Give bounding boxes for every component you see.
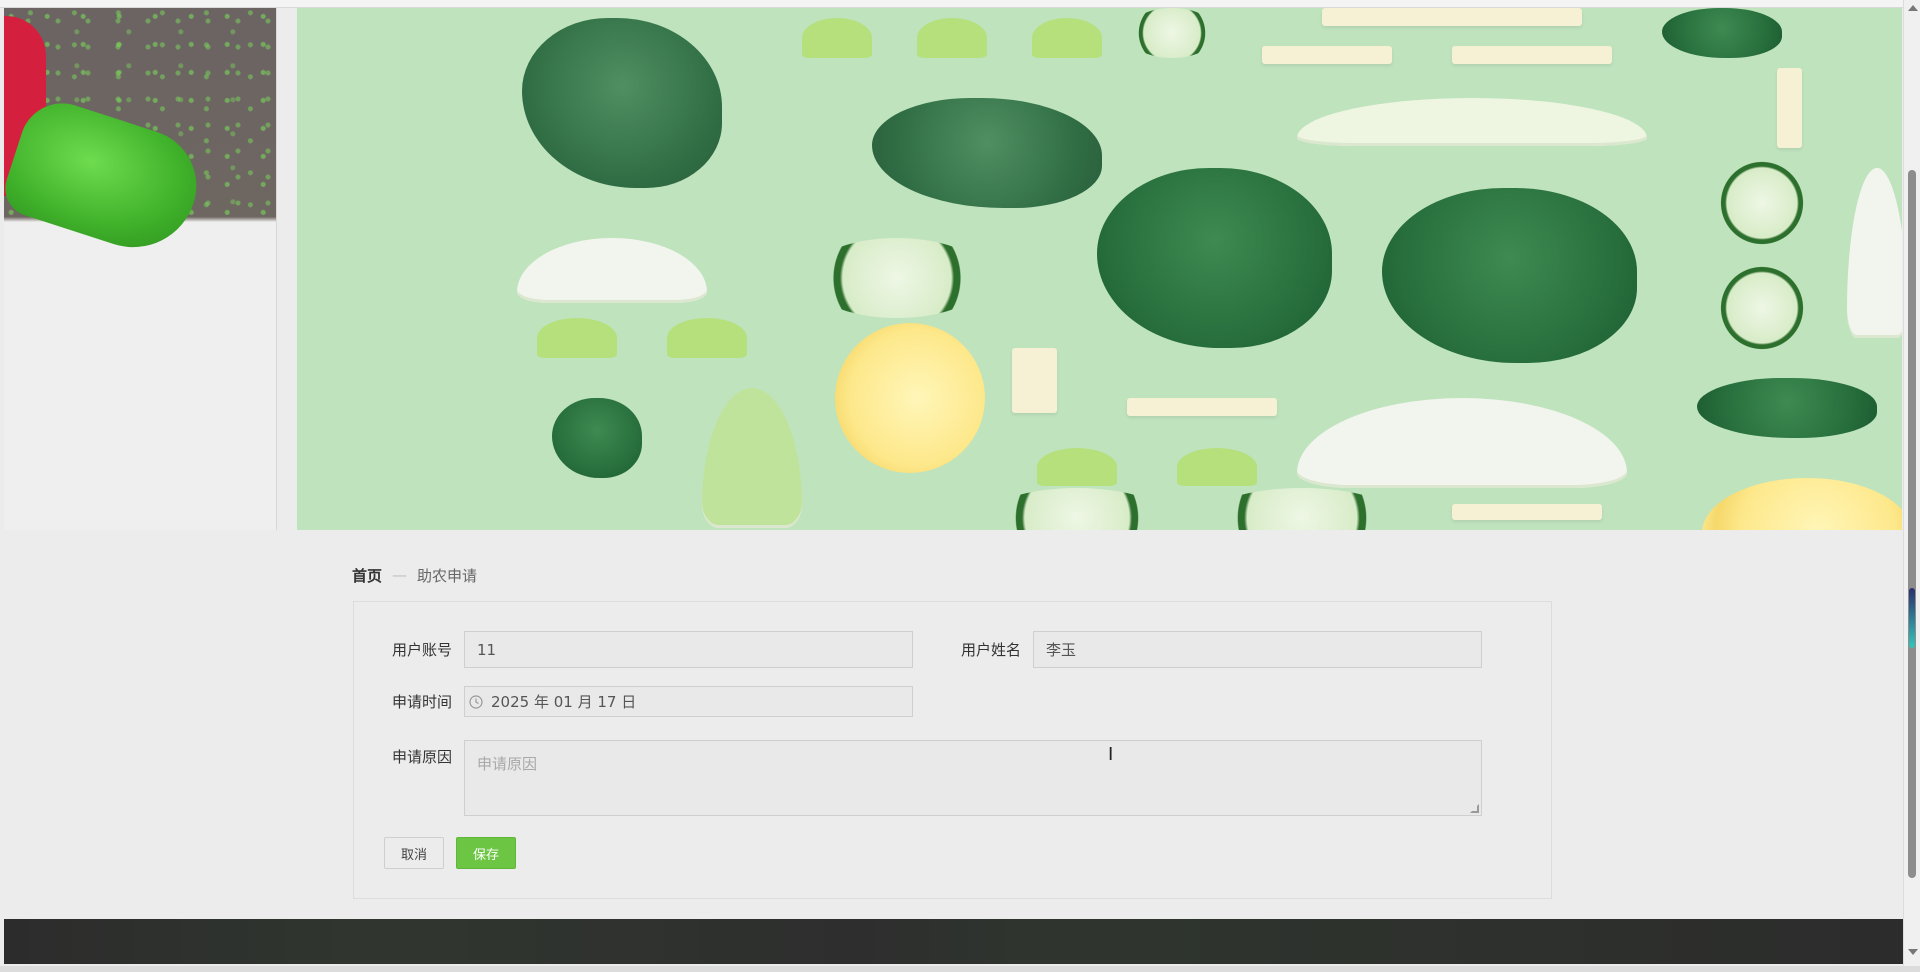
cancel-button[interactable]: 取消 <box>384 837 444 869</box>
lemon-slice <box>835 323 985 473</box>
account-row: 用户账号 11 <box>354 631 913 668</box>
bottom-edge <box>0 966 1920 972</box>
scroll-thumb[interactable] <box>1908 170 1916 878</box>
celery-piece <box>1177 448 1257 486</box>
account-input[interactable]: 11 <box>464 631 913 668</box>
page-scrollbar[interactable] <box>1903 0 1920 972</box>
cabbage-rib <box>1297 98 1647 146</box>
page: 首页 — 助农申请 用户账号 11 用户姓名 李玉 申请时间 2025 年 01… <box>0 0 1920 972</box>
side-banner-image <box>4 8 277 530</box>
kale-leaf <box>522 18 722 188</box>
vegetable-stick <box>1012 348 1057 413</box>
breadcrumb: 首页 — 助农申请 <box>352 563 477 587</box>
vegetable-stick <box>1452 46 1612 64</box>
clock-icon <box>469 694 483 709</box>
apply-time-row: 申请时间 2025 年 01 月 17 日 <box>354 686 913 717</box>
parsley-sprig <box>1662 8 1782 58</box>
breadcrumb-current: 助农申请 <box>417 566 478 585</box>
parsley-sprig <box>552 398 642 478</box>
reason-label: 申请原因 <box>391 748 452 766</box>
cucumber-slice <box>1717 158 1807 248</box>
cucumber-slice <box>987 488 1167 530</box>
reason-placeholder: 申请原因 <box>477 755 538 773</box>
apply-form: 用户账号 11 用户姓名 李玉 申请时间 2025 年 01 月 17 日 申请… <box>353 601 1552 899</box>
save-button[interactable]: 保存 <box>456 837 516 869</box>
reason-row: 申请原因 申请原因 <box>354 740 1482 816</box>
footer <box>4 919 1903 964</box>
celery-piece <box>1037 448 1117 486</box>
scroll-down-icon[interactable] <box>1908 949 1918 955</box>
vegetable-stick <box>1452 504 1602 520</box>
cabbage-leaf <box>702 388 802 528</box>
text-cursor-icon: I <box>1108 744 1114 765</box>
top-edge <box>0 0 1903 8</box>
account-label: 用户账号 <box>391 641 452 659</box>
apply-time-label: 申请时间 <box>391 693 452 711</box>
main-banner-image <box>297 8 1902 530</box>
reason-textarea[interactable]: 申请原因 <box>464 740 1482 816</box>
apply-time-value: 2025 年 01 月 17 日 <box>491 693 637 711</box>
spinach-leaf <box>1382 188 1637 363</box>
celery-piece <box>537 318 617 358</box>
scroll-marker <box>1909 588 1915 648</box>
parsley-sprig <box>1697 378 1877 438</box>
vegetable-stick <box>1127 398 1277 416</box>
vegetable-stick <box>1322 8 1582 26</box>
name-input[interactable]: 李玉 <box>1033 631 1482 668</box>
cucumber-slice <box>1207 488 1397 530</box>
celery-piece <box>1032 18 1102 58</box>
celery-piece <box>917 18 987 58</box>
breadcrumb-home[interactable]: 首页 <box>352 565 382 586</box>
vegetable-stick <box>1262 46 1392 64</box>
apply-time-input[interactable]: 2025 年 01 月 17 日 <box>464 686 913 717</box>
name-label: 用户姓名 <box>960 641 1021 659</box>
radish-slice <box>1297 398 1627 488</box>
cucumber-slice <box>807 238 987 318</box>
spinach-leaf <box>1097 168 1332 348</box>
vegetable-stick <box>1777 68 1802 148</box>
celery-piece <box>802 18 872 58</box>
radish-slice <box>517 238 707 303</box>
cucumber-slice <box>1127 8 1217 58</box>
cucumber-slice <box>1717 263 1807 353</box>
lemon-slice <box>1702 478 1902 530</box>
breadcrumb-separator: — <box>392 566 408 584</box>
kale-leaf <box>872 98 1102 208</box>
resize-handle[interactable] <box>1470 804 1479 813</box>
celery-piece <box>667 318 747 358</box>
name-row: 用户姓名 李玉 <box>923 631 1482 668</box>
scroll-up-icon[interactable] <box>1908 5 1918 11</box>
radish-slice <box>1847 168 1902 338</box>
